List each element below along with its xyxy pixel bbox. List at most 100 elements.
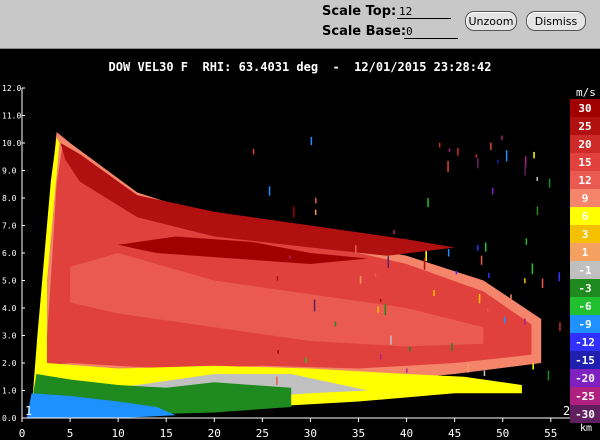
speckle-streak (491, 187, 494, 195)
speckle-streak (334, 321, 337, 327)
y-tick-label: 8.0 (2, 194, 17, 203)
y-tick-label: 9.0 (2, 167, 17, 176)
x-tick-label: 25 (256, 427, 269, 440)
speckle-streak (310, 137, 313, 146)
speckle-streak (427, 198, 429, 208)
speckle-streak (252, 148, 255, 155)
speckle-streak (447, 249, 450, 257)
y-tick-label: 12.0 (2, 84, 21, 93)
colorbar-label: 6 (582, 210, 589, 223)
speckle-streak (455, 270, 458, 275)
x-tick-label: 0 (19, 427, 26, 440)
speckle-streak (379, 298, 382, 302)
colorbar-label: 9 (582, 192, 589, 205)
speckle-streak (486, 308, 489, 312)
speckle-streak (559, 322, 561, 331)
speckle-streak (524, 318, 526, 325)
speckle-streak (387, 256, 389, 268)
speckle-streak (423, 257, 426, 270)
speckle-streak (548, 178, 551, 188)
speckle-streak (532, 363, 534, 370)
x-tick-label: 5 (67, 427, 74, 440)
speckle-streak (480, 255, 483, 265)
x-tick-label: 45 (448, 427, 461, 440)
speckle-streak (483, 370, 486, 376)
colorbar-label: -9 (578, 318, 591, 331)
x-tick-label: 40 (400, 427, 413, 440)
rhi-plot: 0 5 10 15 20 25 30 35 40 45 50 55 km 0.0 1.0 2.0 3.0 4.0 5… (2, 84, 600, 440)
speckle-streak (531, 263, 534, 275)
colorbar-label: 3 (582, 228, 589, 241)
speckle-streak (379, 354, 382, 360)
speckle-streak (524, 278, 526, 284)
x-tick-label: 55 (544, 427, 557, 440)
speckle-streak (485, 242, 487, 252)
y-tick-label: 7.0 (2, 222, 17, 231)
speckle-streak (390, 335, 392, 345)
colorbar-label: -1 (578, 264, 592, 277)
speckle-streak (558, 272, 560, 282)
corner-marker-left: 1 (25, 404, 32, 418)
speckle-streak (433, 290, 435, 296)
colorbar-label: -12 (575, 336, 595, 349)
speckle-streak (477, 157, 479, 169)
y-tick-label: 0.0 (2, 414, 17, 423)
colorbar-label: 30 (578, 102, 591, 115)
corner-marker-right: 2 (563, 404, 570, 418)
speckle-streak (478, 293, 481, 304)
y-tick-label: 10.0 (2, 139, 21, 148)
speckle-streak (447, 160, 449, 173)
colorbar-label: 12 (578, 174, 591, 187)
speckle-streak (313, 299, 316, 312)
speckle-streak (355, 245, 357, 254)
speckle-streak (289, 255, 291, 259)
colorbar-label: -3 (578, 282, 591, 295)
y-tick-label: 5.0 (2, 277, 17, 286)
speckle-streak (276, 276, 279, 281)
speckle-streak (497, 159, 499, 164)
colorbar-label: -20 (575, 372, 595, 385)
speckle-streak (488, 272, 490, 279)
y-tick-label: 2.0 (2, 359, 17, 368)
speckle-streak (541, 278, 544, 288)
speckle-streak (477, 244, 479, 251)
speckle-streak (315, 197, 317, 204)
speckle-streak (504, 316, 506, 324)
speckle-streak (536, 176, 538, 181)
speckle-streak (277, 350, 279, 354)
speckle-streak (384, 303, 387, 316)
speckle-streak (490, 142, 492, 150)
x-tick-label: 30 (304, 427, 317, 440)
speckle-streak (374, 273, 377, 278)
colorbar-unit: m/s (576, 86, 596, 99)
speckle-streak (425, 251, 427, 262)
speckle-streak (406, 368, 408, 373)
x-axis-unit-label: km (580, 423, 592, 434)
x-tick-label: 15 (160, 427, 173, 440)
x-tick-label: 35 (352, 427, 365, 440)
colorbar-label: 1 (582, 246, 589, 259)
speckle-streak (525, 238, 528, 245)
speckle-streak (409, 346, 411, 352)
colorbar-label: 20 (578, 138, 591, 151)
y-tick-label: 3.0 (2, 332, 17, 341)
y-tick-label: 4.0 (2, 304, 17, 313)
speckle-streak (314, 209, 317, 215)
speckle-streak (451, 343, 453, 351)
y-tick-label: 11.0 (2, 112, 21, 121)
colorbar-label: -15 (575, 354, 595, 367)
speckle-streak (547, 370, 550, 381)
y-tick-label: 6.0 (2, 249, 17, 258)
speckle-streak (359, 276, 362, 284)
colorbar-label: 25 (578, 120, 591, 133)
speckle-streak (268, 186, 271, 196)
speckle-streak (475, 154, 477, 158)
speckle-streak (501, 135, 503, 140)
colorbar-label: -6 (578, 300, 592, 313)
speckle-streak (467, 363, 469, 373)
speckle-streak (536, 206, 539, 216)
colorbar-label: -30 (575, 408, 595, 421)
colorbar-label: 15 (578, 156, 591, 169)
speckle-streak (510, 294, 512, 299)
speckle-streak (377, 306, 379, 313)
